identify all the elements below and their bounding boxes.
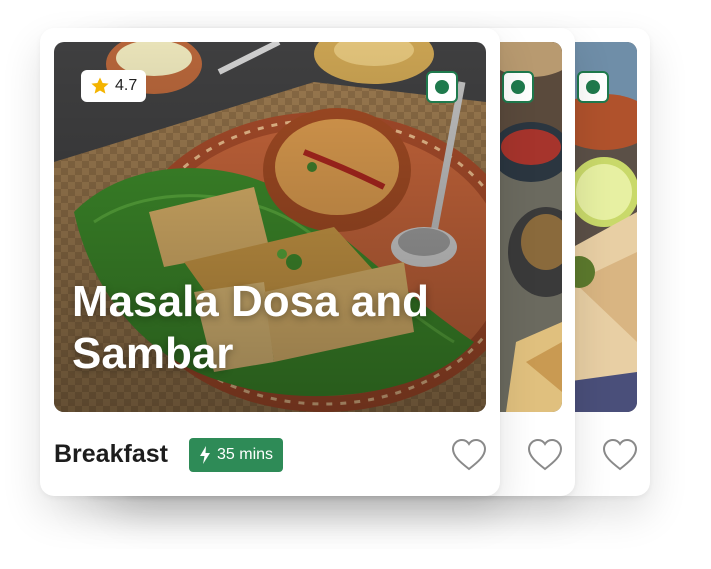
recipe-card-stack: 4.7 Masala Dosa and Sambar Breakfast 35 …	[0, 0, 711, 569]
star-icon	[91, 77, 109, 94]
recipe-title: Masala Dosa and Sambar	[72, 277, 430, 378]
meal-type: Breakfast	[54, 440, 168, 468]
heart-outline-icon[interactable]	[602, 438, 638, 472]
cook-time-badge: 35 mins	[189, 438, 284, 472]
veg-indicator-icon	[502, 71, 534, 103]
bolt-icon	[200, 446, 210, 464]
heart-outline-icon[interactable]	[451, 438, 487, 472]
cook-time: 35 mins	[217, 446, 274, 463]
recipe-card[interactable]: 4.7 Masala Dosa and Sambar Breakfast 35 …	[40, 28, 500, 496]
veg-indicator-icon	[577, 71, 609, 103]
heart-outline-icon[interactable]	[527, 438, 563, 472]
rating-value: 4.7	[115, 77, 138, 94]
rating-badge: 4.7	[81, 70, 147, 102]
veg-indicator-icon	[426, 71, 458, 103]
